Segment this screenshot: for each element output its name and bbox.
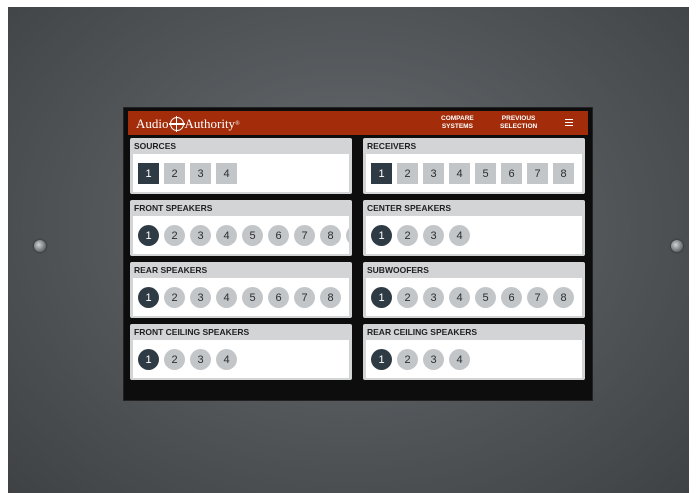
logo-mark-icon [168, 116, 185, 132]
registered-mark: ® [235, 121, 240, 127]
touch-screen: Audio Authority ® COMPARE SYSTEMS PREVIO… [123, 107, 593, 401]
rear-speakers-option-2[interactable]: 2 [164, 287, 185, 308]
receivers-option-3[interactable]: 3 [423, 163, 444, 184]
front-ceiling-speakers-title: FRONT CEILING SPEAKERS [134, 327, 250, 337]
receivers-option-6[interactable]: 6 [501, 163, 522, 184]
front-speakers-option-1[interactable]: 1 [138, 225, 159, 246]
subwoofers-option-8[interactable]: 8 [553, 287, 574, 308]
subwoofers-option-2[interactable]: 2 [397, 287, 418, 308]
front-speakers-option-6[interactable]: 6 [268, 225, 289, 246]
sources-option-2[interactable]: 2 [164, 163, 185, 184]
receivers-option-8[interactable]: 8 [553, 163, 574, 184]
rear-speakers-option-8[interactable]: 8 [320, 287, 341, 308]
center-speakers-option-2[interactable]: 2 [397, 225, 418, 246]
sources-panel: SOURCES 1 2 3 4 [130, 138, 352, 194]
compare-systems-button[interactable]: COMPARE SYSTEMS [441, 115, 474, 131]
front-speakers-title: FRONT SPEAKERS [134, 203, 213, 213]
receivers-options: 12345678 [366, 154, 582, 192]
front-ceiling-speakers-option-2[interactable]: 2 [164, 349, 185, 370]
compare-systems-label-line1: COMPARE [441, 115, 474, 122]
app-header: Audio Authority ® COMPARE SYSTEMS PREVIO… [128, 111, 588, 135]
rear-ceiling-speakers-options: 1234 [366, 340, 582, 378]
center-speakers-panel: CENTER SPEAKERS 1 2 3 4 [363, 200, 585, 256]
rear-speakers-option-5[interactable]: 5 [242, 287, 263, 308]
subwoofers-title: SUBWOOFERS [367, 265, 429, 275]
mounting-screw-left [34, 240, 46, 252]
receivers-panel: RECEIVERS 1 2 3 4 5 6 7 8 [363, 138, 585, 194]
previous-selection-label-line1: PREVIOUS [501, 115, 536, 122]
front-speakers-option-more[interactable] [346, 225, 349, 246]
sources-options: 1234 [133, 154, 349, 192]
logo-text-right: Authority [184, 116, 236, 131]
sources-title: SOURCES [134, 141, 177, 151]
subwoofers-option-7[interactable]: 7 [527, 287, 548, 308]
rear-speakers-option-1[interactable]: 1 [138, 287, 159, 308]
receivers-option-7[interactable]: 7 [527, 163, 548, 184]
front-ceiling-speakers-option-4[interactable]: 4 [216, 349, 237, 370]
subwoofers-panel: SUBWOOFERS 1 2 3 4 5 6 7 8 [363, 262, 585, 318]
subwoofers-option-4[interactable]: 4 [449, 287, 470, 308]
center-speakers-option-4[interactable]: 4 [449, 225, 470, 246]
front-ceiling-speakers-option-1[interactable]: 1 [138, 349, 159, 370]
mounting-screw-right [671, 240, 683, 252]
front-speakers-option-4[interactable]: 4 [216, 225, 237, 246]
receivers-option-4[interactable]: 4 [449, 163, 470, 184]
rear-ceiling-speakers-option-2[interactable]: 2 [397, 349, 418, 370]
rear-speakers-options: 12345678 [133, 278, 349, 316]
subwoofers-option-3[interactable]: 3 [423, 287, 444, 308]
audio-authority-logo: Audio Authority ® [136, 116, 240, 132]
receivers-option-1[interactable]: 1 [371, 163, 392, 184]
front-ceiling-speakers-panel: FRONT CEILING SPEAKERS 1 2 3 4 [130, 324, 352, 380]
front-speakers-panel: FRONT SPEAKERS 1 2 3 4 5 6 7 8 [130, 200, 352, 256]
front-speakers-options: 12345678 [133, 216, 349, 254]
front-ceiling-speakers-options: 1234 [133, 340, 349, 378]
sources-option-3[interactable]: 3 [190, 163, 211, 184]
previous-selection-label-line2: SELECTION [500, 123, 538, 130]
rear-speakers-title: REAR SPEAKERS [134, 265, 208, 275]
rear-speakers-panel: REAR SPEAKERS 1 2 3 4 5 6 7 8 [130, 262, 352, 318]
front-speakers-option-8[interactable]: 8 [320, 225, 341, 246]
center-speakers-option-3[interactable]: 3 [423, 225, 444, 246]
center-speakers-option-1[interactable]: 1 [371, 225, 392, 246]
hamburger-menu-icon[interactable] [565, 119, 573, 127]
compare-systems-label-line2: SYSTEMS [441, 123, 473, 130]
sources-option-4[interactable]: 4 [216, 163, 237, 184]
rear-speakers-option-7[interactable]: 7 [294, 287, 315, 308]
subwoofers-option-6[interactable]: 6 [501, 287, 522, 308]
rear-speakers-option-6[interactable]: 6 [268, 287, 289, 308]
logo-text-left: Audio [136, 116, 169, 131]
subwoofers-option-5[interactable]: 5 [475, 287, 496, 308]
subwoofers-options: 12345678 [366, 278, 582, 316]
rear-ceiling-speakers-title: REAR CEILING SPEAKERS [367, 327, 478, 337]
previous-selection-button[interactable]: PREVIOUS SELECTION [500, 115, 537, 131]
front-speakers-option-5[interactable]: 5 [242, 225, 263, 246]
rear-speakers-option-4[interactable]: 4 [216, 287, 237, 308]
receivers-option-2[interactable]: 2 [397, 163, 418, 184]
sources-option-1[interactable]: 1 [138, 163, 159, 184]
front-speakers-option-3[interactable]: 3 [190, 225, 211, 246]
center-speakers-options: 1234 [366, 216, 582, 254]
subwoofers-option-1[interactable]: 1 [371, 287, 392, 308]
rear-ceiling-speakers-option-1[interactable]: 1 [371, 349, 392, 370]
front-speakers-option-7[interactable]: 7 [294, 225, 315, 246]
front-speakers-option-2[interactable]: 2 [164, 225, 185, 246]
receivers-option-5[interactable]: 5 [475, 163, 496, 184]
rear-ceiling-speakers-option-4[interactable]: 4 [449, 349, 470, 370]
rear-speakers-option-3[interactable]: 3 [190, 287, 211, 308]
rear-ceiling-speakers-option-3[interactable]: 3 [423, 349, 444, 370]
rear-ceiling-speakers-panel: REAR CEILING SPEAKERS 1 2 3 4 [363, 324, 585, 380]
receivers-title: RECEIVERS [367, 141, 417, 151]
front-ceiling-speakers-option-3[interactable]: 3 [190, 349, 211, 370]
center-speakers-title: CENTER SPEAKERS [367, 203, 452, 213]
